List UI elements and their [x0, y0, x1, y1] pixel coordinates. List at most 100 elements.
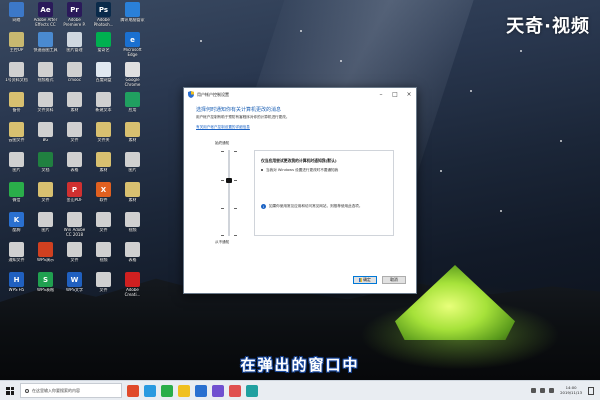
taskbar-app-icon[interactable]	[161, 384, 173, 397]
dialog-titlebar[interactable]: 用户帐户控制设置 – □ ×	[184, 88, 416, 101]
desktop-icon-label: 文件夹	[97, 138, 110, 142]
notification-center-icon[interactable]	[588, 386, 594, 395]
help-link[interactable]: 有关用户帐户控制设置的详细信息	[196, 125, 250, 130]
network-icon[interactable]	[531, 388, 537, 393]
desktop-icon[interactable]: 新建文本	[89, 92, 118, 121]
desktop-icon[interactable]: Pr Adobe Premiere P.	[60, 2, 89, 31]
desktop-icon[interactable]: 文件	[89, 272, 118, 301]
desktop-icon[interactable]: H WPS H5	[2, 272, 31, 301]
desktop-icon[interactable]: 图片	[2, 152, 31, 181]
cancel-button[interactable]: 取消	[382, 276, 406, 284]
desktop-icon[interactable]: 微信	[2, 182, 31, 211]
desktop-icon[interactable]: 文档	[31, 152, 60, 181]
taskbar-app-icon[interactable]	[127, 384, 139, 397]
start-button[interactable]	[0, 381, 20, 400]
desktop-icon[interactable]: 文件	[60, 122, 89, 151]
desktop-icon[interactable]: 爱奇艺	[89, 32, 118, 61]
desktop-icon[interactable]: 1号资料文档	[2, 62, 31, 91]
desktop-icon[interactable]: 备份	[2, 92, 31, 121]
ok-button[interactable]: 确定	[353, 276, 377, 284]
desktop-icon[interactable]: X 软件	[89, 182, 118, 211]
app-icon	[9, 62, 24, 77]
desktop-icon[interactable]: K 酷狗	[2, 212, 31, 241]
minimize-button[interactable]: –	[374, 88, 388, 101]
desktop-icon[interactable]: 文件资料	[31, 92, 60, 121]
desktop-icon-label: Adobe Creati...	[124, 288, 141, 297]
desktop-icon[interactable]: 素材	[118, 122, 147, 151]
desktop-icon[interactable]: 表格	[118, 242, 147, 271]
app-icon: X	[96, 182, 111, 197]
desktop-icon-label: 素材	[70, 108, 79, 112]
desktop-icon[interactable]: 文件	[31, 182, 60, 211]
desktop-icon[interactable]: P 金山PDF	[60, 182, 89, 211]
desktop-icon[interactable]: 百度网盘	[89, 62, 118, 91]
desktop-icon[interactable]: Google Chrome	[118, 62, 147, 91]
dialog-title: 用户帐户控制设置	[197, 91, 229, 97]
taskbar-search-box[interactable]: 在这里输入你要搜索的内容	[20, 383, 122, 398]
star	[520, 50, 522, 52]
desktop-icon[interactable]: 云图文件	[2, 122, 31, 151]
app-icon	[125, 182, 140, 197]
input-method-icon[interactable]	[549, 388, 555, 393]
app-icon	[96, 152, 111, 167]
desktop-icon[interactable]: 视频	[89, 242, 118, 271]
desktop-icon-label: 备份	[12, 108, 21, 112]
desktop-icon[interactable]: 应用	[118, 92, 147, 121]
desktop-icon[interactable]: e Microsoft Edge	[118, 32, 147, 61]
taskbar-app-icon[interactable]	[144, 384, 156, 397]
taskbar-app-icon[interactable]	[178, 384, 190, 397]
app-icon	[67, 62, 82, 77]
app-icon	[38, 92, 53, 107]
slider-tick	[234, 235, 237, 236]
app-icon	[67, 152, 82, 167]
desktop-icon[interactable]: 主控OP	[2, 32, 31, 61]
taskbar-app-icon[interactable]	[229, 384, 241, 397]
desktop-icon[interactable]: 表格	[60, 152, 89, 181]
uac-slider-thumb[interactable]	[226, 178, 232, 183]
desktop-icon[interactable]: 图片	[118, 152, 147, 181]
desktop-icon-label: 文件资料	[37, 108, 54, 112]
desktop-icon[interactable]: Adobe Creati...	[118, 272, 147, 301]
desktop-icon[interactable]: S WPS表格	[31, 272, 60, 301]
desktop-icon-label: 金山PDF	[66, 198, 83, 202]
app-icon: Ae	[38, 2, 53, 17]
maximize-button[interactable]: □	[388, 88, 402, 101]
desktop-icon[interactable]: 通知文件	[2, 242, 31, 271]
desktop-icon[interactable]: cmooc	[60, 62, 89, 91]
taskbar-app-icon[interactable]	[246, 384, 258, 397]
desktop-icon[interactable]: 素材	[118, 182, 147, 211]
desktop-icon[interactable]: 文件	[89, 212, 118, 241]
taskbar-app-icon[interactable]	[212, 384, 224, 397]
desktop-icon-label: 爱奇艺	[97, 48, 110, 52]
desktop-icon[interactable]: Ae Adobe After Effects CC	[31, 2, 60, 31]
desktop-icon[interactable]: BG	[31, 122, 60, 151]
system-clock[interactable]: 14:00 2019/11/13	[560, 385, 582, 395]
desktop-icon[interactable]: WPS演示	[31, 242, 60, 271]
desktop-icon[interactable]: 视频	[118, 212, 147, 241]
uac-slider-track[interactable]	[228, 150, 230, 236]
app-icon	[38, 242, 53, 257]
slider-tick	[221, 235, 224, 236]
desktop-icon[interactable]: 视频格式	[31, 62, 60, 91]
desktop-icon[interactable]: Win Adobe CC 2018	[60, 212, 89, 241]
desktop-icon[interactable]: 文件	[60, 242, 89, 271]
desktop-icon-grid: 网络 Ae Adobe After Effects CC Pr Adobe Premie…	[2, 2, 147, 378]
desktop-icon[interactable]: 文件夹	[89, 122, 118, 151]
desktop-icon[interactable]: 图片	[31, 212, 60, 241]
volume-icon[interactable]	[540, 388, 546, 393]
taskbar-app-icon[interactable]	[195, 384, 207, 397]
desktop-icon[interactable]: 网络	[2, 2, 31, 31]
desktop-icon[interactable]: 素材	[60, 92, 89, 121]
windows-logo-icon	[6, 386, 14, 395]
desktop-icon[interactable]: 快速画图工具	[31, 32, 60, 61]
app-icon: H	[9, 272, 24, 287]
slider-tick	[234, 180, 237, 181]
desktop-icon[interactable]: 素材	[89, 152, 118, 181]
desktop-icon-label: cmooc	[67, 78, 82, 82]
desktop-icon[interactable]: 腾讯电脑管家	[118, 2, 147, 31]
app-icon: W	[67, 272, 82, 287]
desktop-icon[interactable]: W WPS文字	[60, 272, 89, 301]
desktop-icon[interactable]: Ps Adobe Photosh...	[89, 2, 118, 31]
close-button[interactable]: ×	[402, 88, 416, 101]
desktop-icon[interactable]: 图片管理	[60, 32, 89, 61]
